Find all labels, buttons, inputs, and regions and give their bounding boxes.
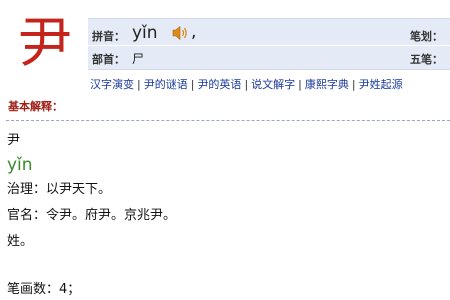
stroke-count: 笔画数：4； [7,282,81,297]
strokes-label: 笔划： [410,30,443,43]
link-surname-origin[interactable]: 尹姓起源 [359,78,403,91]
info-table: 拼音： yǐn , 笔划： 部首： 尸 五笔： [88,18,450,70]
related-links-bar: 汉字演变 | 尹的谜语 | 尹的英语 | 说文解字 | 康熙字典 | 尹姓起源 [90,76,403,91]
definition-line: 官名：令尹。府尹。京兆尹。 [7,208,177,223]
link-separator: | [244,78,249,91]
definition-line: 姓。 [7,234,34,249]
pinyin-label: 拼音： [92,30,125,43]
link-separator: | [190,78,195,91]
link-separator: | [351,78,356,91]
info-row-radical: 部首： 尸 五笔： [88,45,450,70]
link-hanzi-evolution[interactable]: 汉字演变 [90,78,134,91]
link-separator: | [298,78,302,91]
pinyin-separator: , [191,22,197,42]
link-kangxi[interactable]: 康熙字典 [305,78,349,91]
section-title-basic-explanation: 基本解释： [8,100,63,113]
link-riddle[interactable]: 尹的谜语 [144,78,188,91]
pinyin-value: yǐn [132,23,158,43]
link-separator: | [137,78,141,91]
wubi-label: 五笔： [410,53,443,66]
definition-character: 尹 [7,133,21,148]
link-english[interactable]: 尹的英语 [197,78,241,91]
headword-character: 尹 [18,11,72,74]
radical-value: 尸 [132,52,145,66]
link-shuowen[interactable]: 说文解字 [251,78,295,91]
speaker-icon[interactable] [172,25,190,41]
radical-label: 部首： [92,53,125,66]
definition-pinyin: yǐn [7,155,33,175]
info-row-pinyin: 拼音： yǐn , 笔划： [88,20,450,44]
dashed-divider [6,120,450,121]
definition-line: 治理：以尹天下。 [7,182,112,197]
